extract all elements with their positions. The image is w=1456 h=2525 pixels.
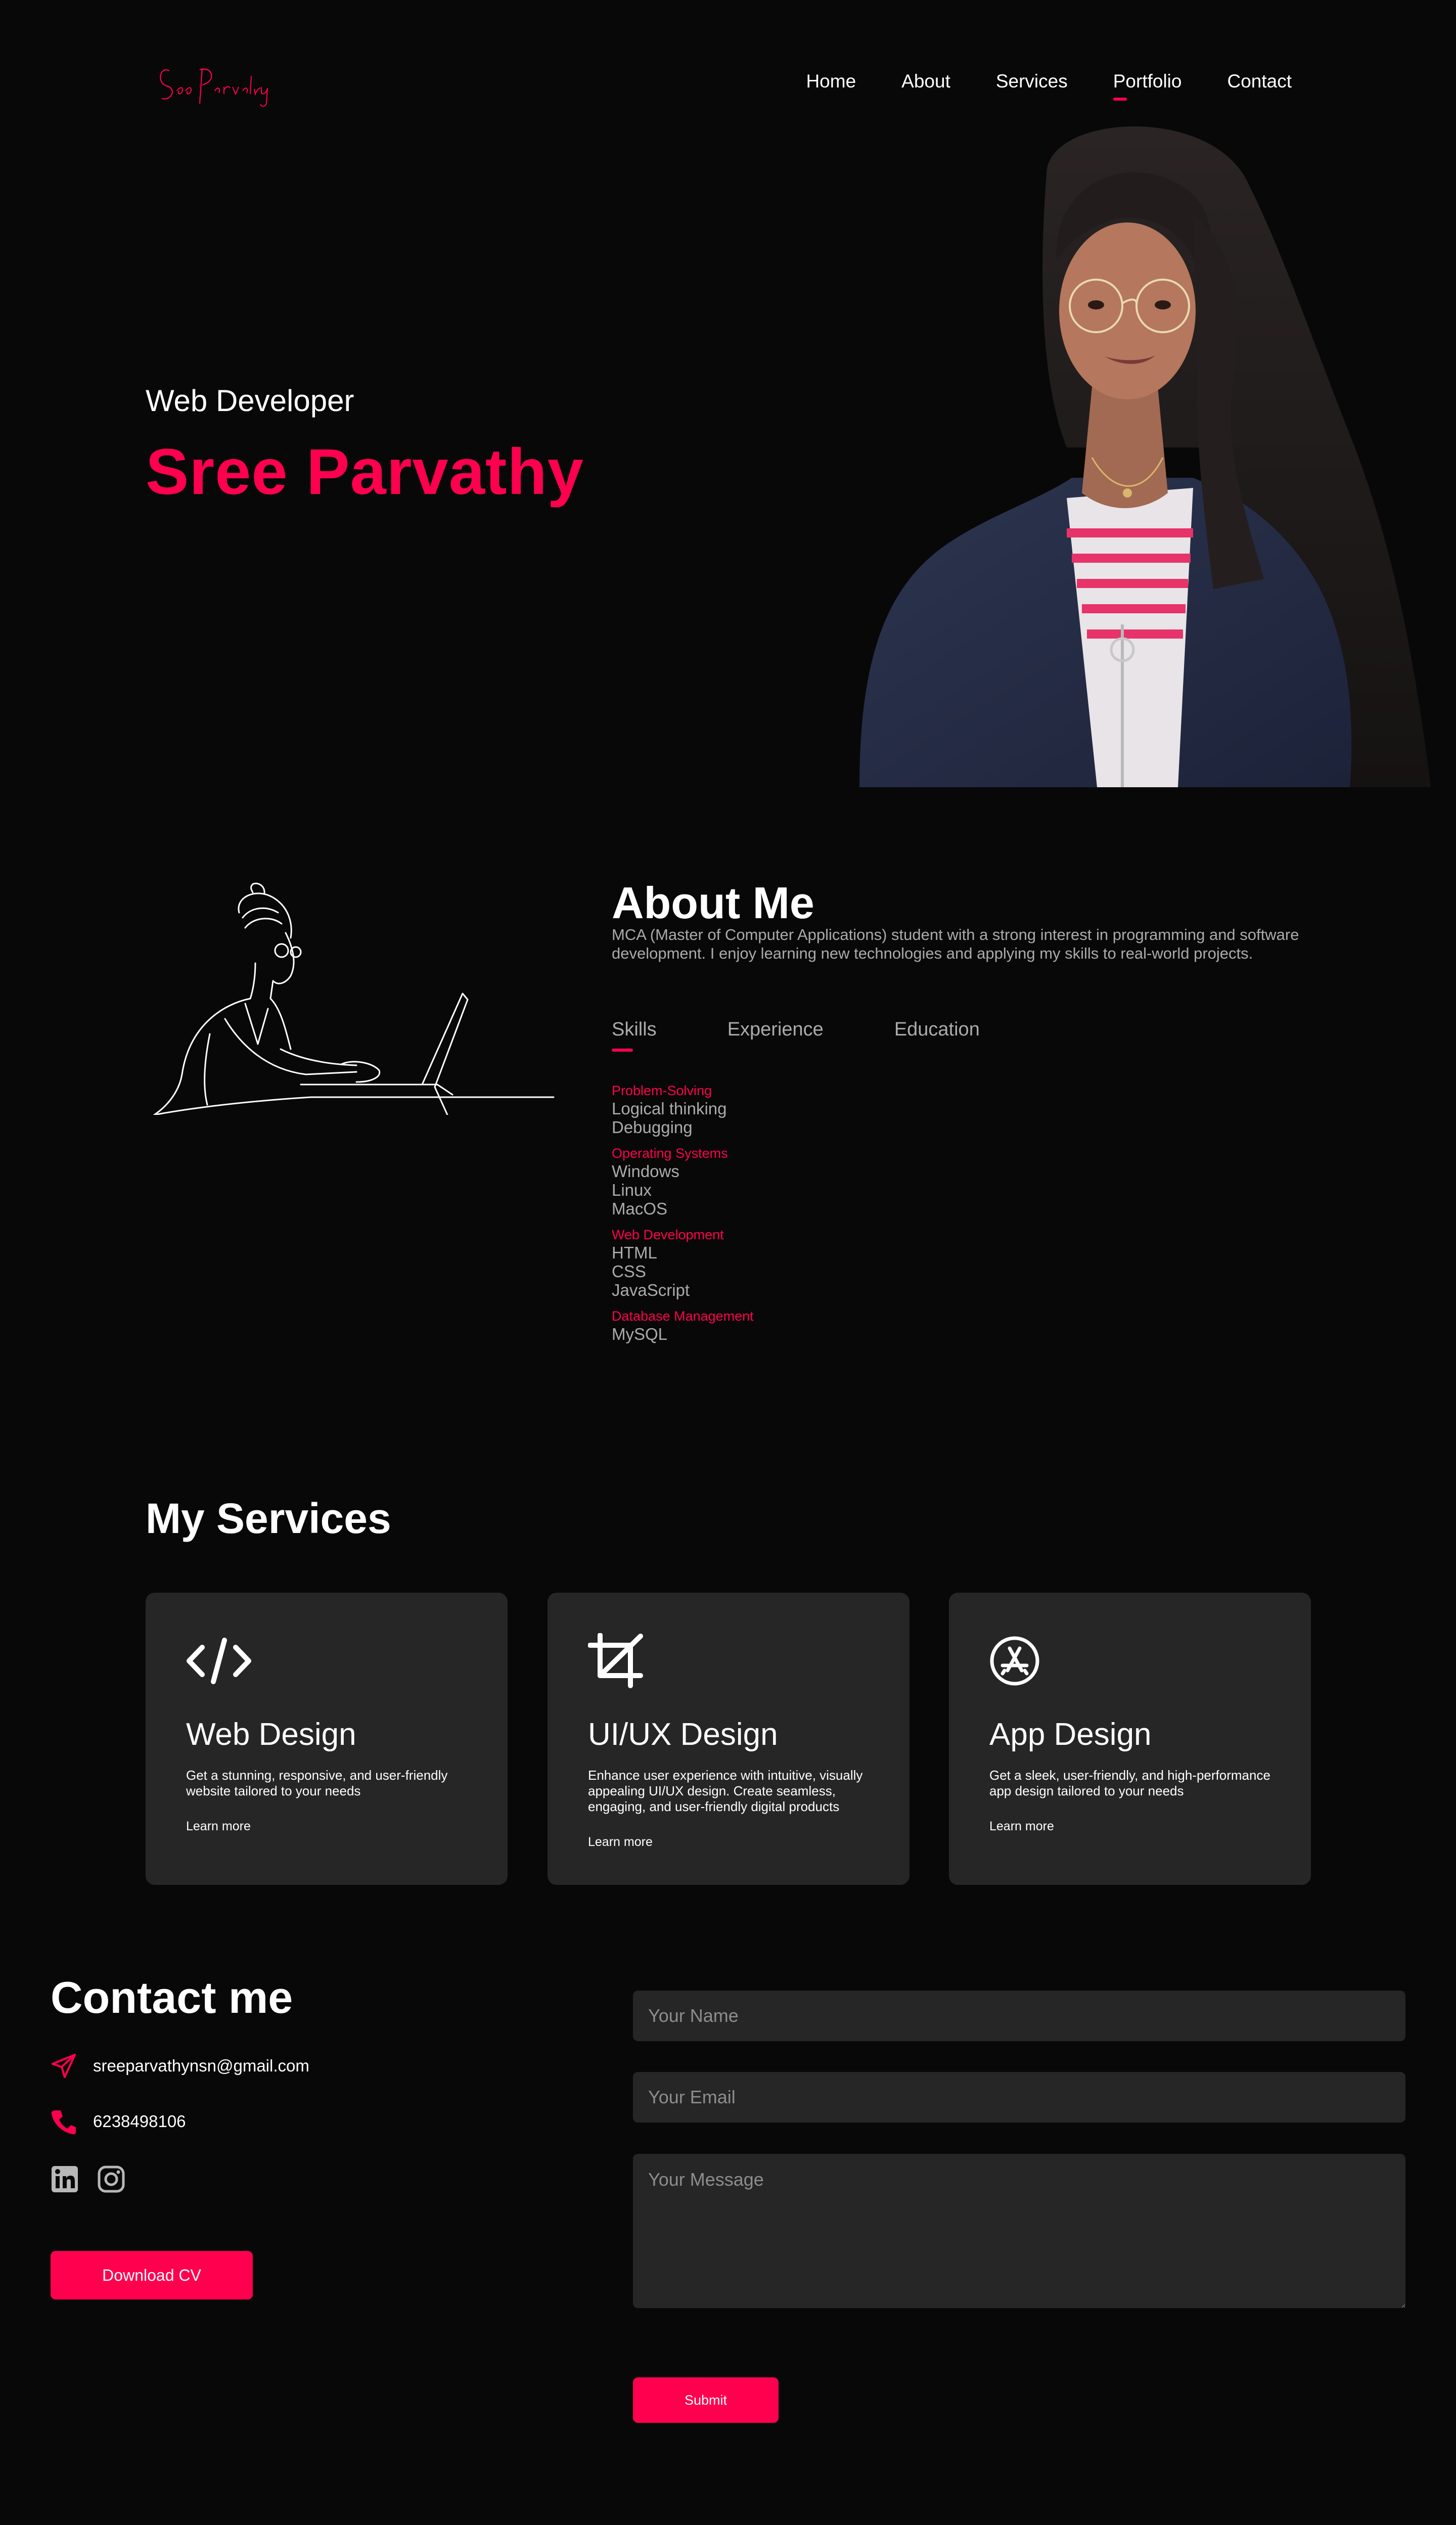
- skill-item: Windows: [612, 1162, 679, 1181]
- tab-education[interactable]: Education: [894, 1019, 980, 1041]
- nav-about[interactable]: About: [901, 68, 950, 95]
- nav-home[interactable]: Home: [806, 68, 856, 95]
- skill-item: MacOS: [612, 1199, 668, 1218]
- phone-icon: [51, 2110, 76, 2135]
- name-field[interactable]: [633, 1991, 1405, 2041]
- crop-icon: [588, 1633, 643, 1688]
- about-text: MCA (Master of Computer Applications) st…: [612, 926, 1299, 962]
- skill-category: Database Management: [612, 1309, 754, 1324]
- code-icon: [187, 1638, 251, 1684]
- skill-item: CSS: [612, 1262, 646, 1281]
- service-card-uiux-design: UI/UX Design Enhance user experience wit…: [548, 1593, 909, 1885]
- service-card-web-design: Web Design Get a stunning, responsive, a…: [146, 1593, 508, 1885]
- skills-list: Problem-Solving Logical thinking Debuggi…: [612, 1082, 1016, 1351]
- learn-more-link[interactable]: Learn more: [989, 1819, 1054, 1834]
- about-tabs: Skills Experience Education: [612, 1019, 980, 1052]
- nav-portfolio[interactable]: Portfolio: [1113, 68, 1181, 101]
- app-store-icon: [990, 1636, 1039, 1686]
- linkedin-icon[interactable]: [51, 2165, 79, 2193]
- download-cv-button[interactable]: Download CV: [51, 2251, 253, 2299]
- skill-item: Linux: [612, 1181, 652, 1199]
- contact-phone: 6238498106: [51, 2108, 186, 2135]
- woman-at-laptop-line-art: [153, 882, 555, 1115]
- email-text[interactable]: sreeparvathynsn@gmail.com: [93, 2056, 309, 2076]
- instagram-icon[interactable]: [97, 2165, 125, 2193]
- skill-item: JavaScript: [612, 1281, 690, 1299]
- contact-email: sreeparvathynsn@gmail.com: [51, 2053, 309, 2079]
- tab-experience[interactable]: Experience: [727, 1019, 824, 1041]
- skill-category: Web Development: [612, 1227, 724, 1242]
- hero-role: Web Developer: [146, 384, 354, 418]
- learn-more-link[interactable]: Learn more: [588, 1835, 653, 1850]
- services-title: My Services: [146, 1495, 391, 1542]
- service-text: Get a sleek, user-friendly, and high-per…: [989, 1768, 1270, 1798]
- contact-title: Contact me: [51, 1972, 293, 2022]
- message-field[interactable]: [633, 2154, 1405, 2308]
- main-nav: Home About Services Portfolio Contact: [806, 68, 1292, 101]
- service-title: App Design: [989, 1717, 1152, 1752]
- skill-category: Operating Systems: [612, 1146, 728, 1161]
- phone-text[interactable]: 6238498106: [93, 2112, 186, 2131]
- skill-group: Web Development HTML CSS JavaScript: [612, 1226, 1016, 1299]
- service-text: Enhance user experience with intuitive, …: [588, 1768, 863, 1814]
- skill-group: Operating Systems Windows Linux MacOS: [612, 1145, 1016, 1218]
- skill-category: Problem-Solving: [612, 1083, 712, 1098]
- tab-skills[interactable]: Skills: [612, 1019, 657, 1052]
- nav-contact[interactable]: Contact: [1227, 68, 1292, 95]
- skill-item: Debugging: [612, 1118, 693, 1137]
- about-title: About Me: [612, 878, 814, 928]
- skill-item: Logical thinking: [612, 1099, 727, 1118]
- nav-services[interactable]: Services: [996, 68, 1068, 95]
- logo[interactable]: [154, 56, 276, 111]
- paper-plane-icon: [52, 2054, 76, 2078]
- social-links: [51, 2165, 125, 2193]
- hero-name: Sree Parvathy: [146, 436, 584, 508]
- email-field[interactable]: [633, 2072, 1405, 2123]
- learn-more-link[interactable]: Learn more: [186, 1819, 251, 1834]
- service-title: Web Design: [186, 1717, 356, 1752]
- skill-group: Problem-Solving Logical thinking Debuggi…: [612, 1082, 1016, 1137]
- service-text: Get a stunning, responsive, and user-fri…: [186, 1768, 448, 1798]
- skill-group: Database Management MySQL: [612, 1307, 1016, 1343]
- submit-button[interactable]: Submit: [633, 2377, 779, 2423]
- skill-item: HTML: [612, 1243, 657, 1262]
- service-card-app-design: App Design Get a sleek, user-friendly, a…: [949, 1593, 1311, 1885]
- service-title: UI/UX Design: [588, 1717, 778, 1752]
- portrait-photo: [859, 126, 1431, 787]
- skill-item: MySQL: [612, 1325, 668, 1343]
